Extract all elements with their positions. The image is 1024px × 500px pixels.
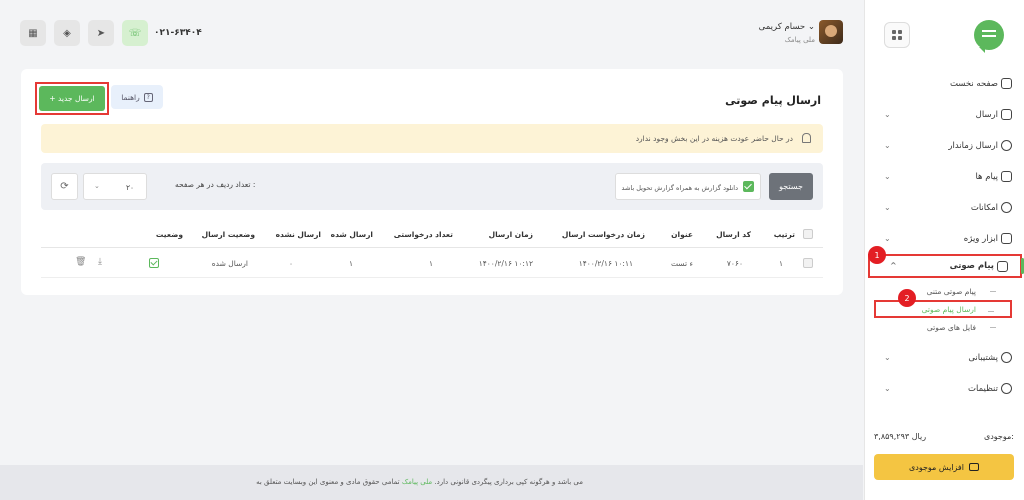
topbar: حسام کریمی ⌄ ملی پیامک ۰۲۱-۶۳۴۰۴ ☏ ➤ ◈ ▦ [0, 0, 863, 62]
table-header: ترتیب کد ارسال عنوان زمان درخواست ارسال … [41, 220, 823, 248]
checkbox-checked-icon [743, 181, 754, 192]
chevron-down-icon: ⌄ [884, 110, 891, 119]
chevron-up-icon: ^ [890, 261, 897, 270]
support-icon [1001, 352, 1012, 363]
chevron-down-icon: ⌄ [884, 141, 891, 150]
filter-bar: جستجو دانلود گزارش به همراه گزارش تحویل … [41, 163, 823, 210]
delete-icon[interactable]: 🗑 [75, 257, 86, 268]
select-all-checkbox[interactable] [803, 229, 813, 239]
sidebar-nav: صفحه نخست ⌄ ارسال ⌄ ارسال زماندار ⌄ پیام… [864, 68, 1024, 404]
table-row[interactable]: ۱ ۷۰۶۰ ء تست ۱۴۰۰/۲/۱۶ ۱۰:۱۱ ۱۴۰۰/۲/۱۶ ۱… [41, 248, 823, 278]
sidebar-item-special-tools[interactable]: ⌄ ابزار ویژه [864, 223, 1024, 254]
download-report-checkbox[interactable]: دانلود گزارش به همراه گزارش تحویل باشد [615, 173, 761, 200]
support-phone: ۰۲۱-۶۳۴۰۴ [154, 28, 202, 38]
rows-per-page-label: تعداد ردیف در هر صفحه : [175, 180, 256, 189]
search-button[interactable]: جستجو [769, 173, 813, 200]
avatar[interactable] [819, 20, 843, 44]
balance-row: ۳,۸۵۹,۲۹۳ ریال موجودی: [874, 432, 1014, 441]
refresh-button[interactable]: ⟳ [51, 173, 78, 200]
sidebar-item-send[interactable]: ⌄ ارسال [864, 99, 1024, 130]
user-name[interactable]: حسام کریمی ⌄ [759, 22, 815, 32]
speaker-icon [997, 261, 1008, 272]
bell-icon [802, 133, 811, 143]
info-alert: در حال حاضر عودت هزینه در این بخش وجود ن… [41, 124, 823, 153]
balance-label: موجودی: [983, 432, 1014, 441]
home-icon [1001, 78, 1012, 89]
chevron-down-icon: ⌄ [94, 182, 100, 190]
sidebar-subitem-send-voice[interactable]: ارسال پیام صوتی [874, 300, 1012, 318]
sidebar-item-scheduled[interactable]: ⌄ ارسال زماندار [864, 130, 1024, 161]
clock-icon [1001, 140, 1012, 151]
annotation-badge-1: 1 [868, 246, 886, 264]
chevron-down-icon: ⌄ [884, 203, 891, 212]
rows-per-page-select[interactable]: ۲۰ ⌄ [83, 173, 147, 200]
download-icon[interactable]: ⤓ [95, 257, 105, 268]
sidebar: صفحه نخست ⌄ ارسال ⌄ ارسال زماندار ⌄ پیام… [864, 0, 1024, 500]
sidebar-item-home[interactable]: صفحه نخست [864, 68, 1024, 99]
chat-icon [1001, 171, 1012, 182]
new-send-highlight: + ارسال جدید [35, 82, 109, 115]
annotation-badge-2: 2 [898, 289, 916, 307]
increase-balance-button[interactable]: افزایش موجودی [874, 454, 1014, 480]
settings-icon [1001, 202, 1012, 213]
sidebar-subitem-text-voice[interactable]: پیام صوتی متنی [864, 282, 1024, 300]
building-icon[interactable]: ▦ [20, 20, 46, 46]
chevron-down-icon: ⌄ [884, 353, 891, 362]
chevron-down-icon: ⌄ [884, 234, 891, 243]
row-checkbox[interactable] [803, 258, 813, 268]
footer-text: می باشد و هرگونه کپی برداری پیگردی قانون… [256, 478, 583, 486]
help-icon: ? [143, 92, 153, 102]
sidebar-item-features[interactable]: ⌄ امکانات [864, 192, 1024, 223]
shield-icon[interactable]: ◈ [54, 20, 80, 46]
send-icon[interactable]: ➤ [88, 20, 114, 46]
gear-icon [1001, 383, 1012, 394]
sidebar-item-messages[interactable]: ⌄ پیام ها [864, 161, 1024, 192]
sidebar-item-settings[interactable]: ⌄ تنظیمات [864, 373, 1024, 404]
message-icon [1001, 109, 1012, 120]
star-icon [1001, 233, 1012, 244]
sidebar-item-support[interactable]: ⌄ پشتیبانی [864, 342, 1024, 373]
apps-grid-button[interactable] [884, 22, 910, 48]
sidebar-subitem-voice-files[interactable]: فایل های صوتی [864, 318, 1024, 336]
footer: می باشد و هرگونه کپی برداری پیگردی قانون… [0, 465, 863, 500]
footer-brand-link[interactable]: ملی پیامک [402, 478, 432, 486]
chevron-down-icon: ⌄ [884, 384, 891, 393]
status-check-icon [149, 258, 159, 268]
user-subtitle: ملی پیامک [784, 36, 815, 44]
new-send-button[interactable]: + ارسال جدید [39, 86, 105, 111]
main-card: ارسال پیام صوتی راهنما ? + ارسال جدید در… [21, 69, 843, 295]
sidebar-item-voice-message[interactable]: ^ پیام صوتی [868, 254, 1024, 278]
logo-icon[interactable] [974, 20, 1004, 53]
chevron-down-icon: ⌄ [884, 172, 891, 181]
help-button[interactable]: راهنما ? [111, 85, 163, 109]
phone-icon[interactable]: ☏ [122, 20, 148, 46]
page-title: ارسال پیام صوتی [725, 94, 821, 107]
send-table: ترتیب کد ارسال عنوان زمان درخواست ارسال … [41, 220, 823, 278]
wallet-icon [968, 463, 979, 471]
balance-value: ۳,۸۵۹,۲۹۳ ریال [874, 432, 927, 441]
